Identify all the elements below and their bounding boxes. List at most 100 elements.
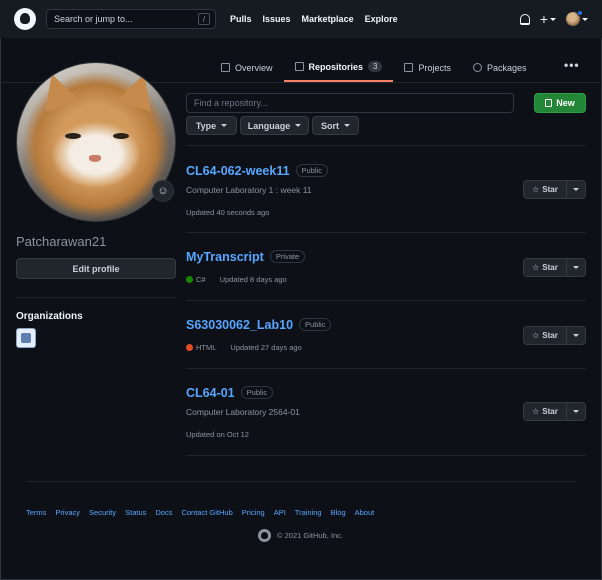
footer-link-training[interactable]: Training xyxy=(295,508,322,517)
nav-pulls[interactable]: Pulls xyxy=(230,14,252,24)
repo-count-badge: 3 xyxy=(368,61,383,72)
repo-name-link[interactable]: CL64-01 Public xyxy=(186,386,274,400)
nav-marketplace[interactable]: Marketplace xyxy=(302,14,354,24)
chevron-down-icon xyxy=(550,17,556,21)
repo-name-link[interactable]: S63030062_Lab10 Public xyxy=(186,318,332,332)
repo-list-divider xyxy=(186,145,586,146)
footer-link-privacy[interactable]: Privacy xyxy=(55,508,80,517)
footer-link-status[interactable]: Status xyxy=(125,508,146,517)
footer-link-about[interactable]: About xyxy=(355,508,375,517)
repo-language: HTML xyxy=(186,343,216,352)
star-icon: ☆ xyxy=(532,185,540,194)
sort-filter-button[interactable]: Sort xyxy=(312,116,359,135)
sort-label: Sort xyxy=(321,120,339,131)
star-button[interactable]: ☆ Star xyxy=(524,259,567,276)
book-open-icon xyxy=(221,63,230,72)
plus-icon: + xyxy=(539,11,548,27)
profile-avatar[interactable] xyxy=(16,62,176,222)
new-label: New xyxy=(556,98,575,108)
star-button[interactable]: ☆ Star xyxy=(524,403,567,420)
updated-text: Updated 40 seconds ago xyxy=(186,208,270,217)
repo-icon xyxy=(545,99,553,107)
updated-text: Updated on Oct 12 xyxy=(186,430,249,439)
type-filter-button[interactable]: Type xyxy=(186,116,237,135)
tab-overview[interactable]: Overview xyxy=(210,56,284,82)
chevron-down-icon xyxy=(573,188,579,191)
copyright: © 2021 GitHub, Inc. xyxy=(258,529,343,542)
visibility-badge: Public xyxy=(299,318,332,331)
star-icon: ☆ xyxy=(532,407,540,416)
footer-link-pricing[interactable]: Pricing xyxy=(242,508,265,517)
list-item: CL64-062-week11 Public Computer Laborator… xyxy=(186,164,586,233)
language-label: C# xyxy=(196,275,206,284)
profile-tabs: Overview Repositories 3 Projects Package… xyxy=(210,56,538,82)
copyright-text: © 2021 GitHub, Inc. xyxy=(277,531,343,540)
star-button[interactable]: ☆ Star xyxy=(524,181,567,198)
bell-icon[interactable] xyxy=(519,13,530,25)
footer-link-terms[interactable]: Terms xyxy=(26,508,46,517)
chevron-down-icon xyxy=(221,124,228,127)
tab-projects[interactable]: Projects xyxy=(393,56,462,82)
list-item: S63030062_Lab10 Public HTML Updated 27 da… xyxy=(186,318,586,369)
more-options-icon[interactable]: ••• xyxy=(564,58,580,72)
nav-explore[interactable]: Explore xyxy=(365,14,398,24)
star-list-dropdown[interactable] xyxy=(567,403,585,420)
language-label: HTML xyxy=(196,343,217,352)
updated-text: Updated 27 days ago xyxy=(230,343,302,352)
github-mark-icon[interactable] xyxy=(258,529,271,542)
chevron-down-icon xyxy=(295,124,302,127)
star-label: Star xyxy=(542,185,558,194)
create-new-menu[interactable]: + xyxy=(540,12,556,26)
cat-eye-right xyxy=(113,133,129,139)
edit-profile-button[interactable]: Edit profile xyxy=(16,258,176,279)
type-label: Type xyxy=(195,120,217,131)
find-repository-input[interactable] xyxy=(186,93,514,113)
footer-divider xyxy=(26,481,576,482)
repo-name-link[interactable]: CL64-062-week11 Public xyxy=(186,164,328,178)
star-label: Star xyxy=(542,407,558,416)
slash-key-hint: / xyxy=(198,13,210,25)
repo-icon xyxy=(294,62,304,71)
star-button-group: ☆ Star xyxy=(523,326,586,345)
cat-eye-left xyxy=(65,133,81,139)
footer-link-api[interactable]: API xyxy=(274,508,286,517)
language-color-dot xyxy=(186,344,193,351)
nav-issues[interactable]: Issues xyxy=(263,14,291,24)
user-menu[interactable] xyxy=(566,10,588,26)
repo-description: Computer Laboratory 1 : week 11 xyxy=(186,185,312,195)
repo-name[interactable]: CL64-062-week11 xyxy=(186,164,290,178)
star-button-group: ☆ Star xyxy=(523,402,586,421)
footer-link-docs[interactable]: Docs xyxy=(155,508,172,517)
visibility-badge: Public xyxy=(295,164,328,177)
star-icon: ☆ xyxy=(532,331,540,340)
chevron-down-icon xyxy=(573,266,579,269)
language-color-dot xyxy=(186,276,193,283)
set-status-emoji-icon[interactable]: ☺ xyxy=(152,180,174,202)
new-repository-button[interactable]: New xyxy=(534,93,586,113)
repo-name[interactable]: S63030062_Lab10 xyxy=(186,318,293,332)
star-button[interactable]: ☆ Star xyxy=(524,327,567,344)
repo-name-link[interactable]: MyTranscript Private xyxy=(186,250,306,264)
tab-label: Packages xyxy=(487,62,527,73)
visibility-badge: Public xyxy=(240,386,274,399)
star-label: Star xyxy=(542,331,558,340)
github-logo-icon[interactable] xyxy=(14,8,36,30)
star-button-group: ☆ Star xyxy=(523,258,586,277)
footer-link-blog[interactable]: Blog xyxy=(331,508,346,517)
list-item: MyTranscript Private C# Updated 8 days ag… xyxy=(186,250,586,301)
tab-label: Projects xyxy=(418,62,451,73)
search-input[interactable]: Search or jump to... / xyxy=(46,9,216,29)
star-icon: ☆ xyxy=(532,263,540,272)
star-list-dropdown[interactable] xyxy=(567,259,585,276)
repo-name[interactable]: CL64-01 xyxy=(186,386,235,400)
star-list-dropdown[interactable] xyxy=(567,327,585,344)
footer-link-security[interactable]: Security xyxy=(89,508,116,517)
repo-name[interactable]: MyTranscript xyxy=(186,250,264,264)
username: Patcharawan21 xyxy=(16,234,107,249)
footer-link-contact[interactable]: Contact GitHub xyxy=(181,508,232,517)
organization-avatar[interactable] xyxy=(16,328,36,348)
tab-repositories[interactable]: Repositories 3 xyxy=(283,56,394,82)
star-list-dropdown[interactable] xyxy=(567,181,585,198)
tab-packages[interactable]: Packages xyxy=(462,56,538,82)
language-filter-button[interactable]: Language xyxy=(240,116,309,135)
